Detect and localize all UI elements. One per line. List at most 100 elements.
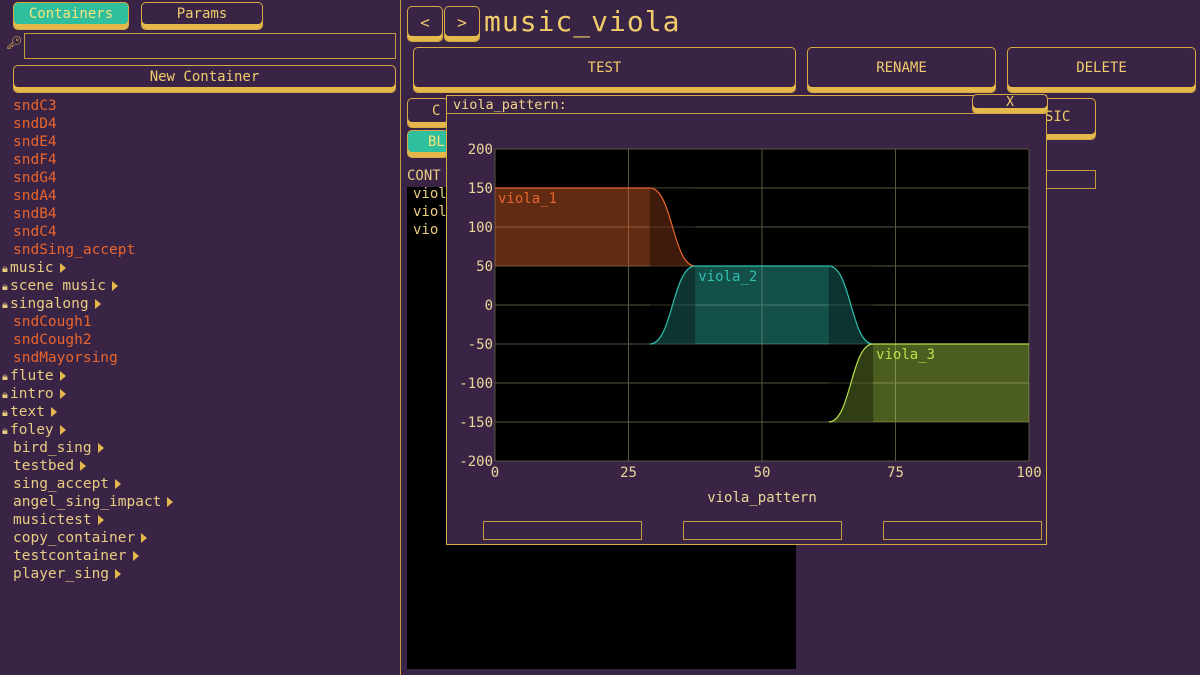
popup-field-3[interactable] — [883, 521, 1042, 540]
list-item-label: sndG4 — [13, 170, 57, 186]
container-list-item[interactable]: sing_accept — [13, 475, 173, 493]
list-item-label: intro — [10, 386, 54, 402]
container-list-item[interactable]: testbed — [13, 457, 173, 475]
sound-list-item[interactable]: sndD4 — [13, 115, 173, 133]
container-list-item[interactable]: musictest — [13, 511, 173, 529]
back-label: < — [420, 12, 430, 32]
container-list-item[interactable]: 🔒︎ singalong — [2, 295, 173, 313]
list-item[interactable]: vio — [413, 222, 438, 238]
y-tick-label: 200 — [468, 142, 493, 158]
expand-arrow-icon[interactable] — [115, 479, 122, 489]
containers-panel: Containers Params 🔑︎ New Container sndC3… — [0, 0, 401, 675]
sound-list-item[interactable]: sndF4 — [13, 151, 173, 169]
expand-arrow-icon[interactable] — [115, 569, 122, 579]
container-list-item[interactable]: 🔒︎ music — [2, 259, 173, 277]
lock-icon: 🔒︎ — [2, 298, 8, 311]
container-list-item[interactable]: 🔒︎ intro — [2, 385, 173, 403]
tab-containers-label: Containers — [28, 6, 114, 22]
expand-arrow-icon[interactable] — [80, 461, 87, 471]
container-list-item[interactable]: angel_sing_impact — [13, 493, 174, 511]
x-tick-label: 50 — [754, 465, 771, 481]
list-item-label: sndA4 — [13, 188, 57, 204]
sound-list-item[interactable]: sndSing_accept — [13, 241, 173, 259]
sound-list-item[interactable]: sndC4 — [13, 223, 173, 241]
expand-arrow-icon[interactable] — [97, 515, 104, 525]
list-item-label: copy_container — [13, 530, 136, 546]
container-list-item[interactable]: player_sing — [13, 565, 173, 583]
sound-list-item[interactable]: sndMayorsing — [13, 349, 173, 367]
sound-list-item[interactable]: sndCough1 — [13, 313, 173, 331]
tab-bl[interactable]: BL — [407, 130, 449, 158]
sound-list-item[interactable]: sndCough2 — [13, 331, 173, 349]
expand-arrow-icon[interactable] — [50, 407, 57, 417]
expand-arrow-icon[interactable] — [97, 443, 104, 453]
x-axis-label: viola_pattern — [707, 490, 817, 506]
partial-right-button[interactable]: SIC — [1040, 98, 1096, 140]
series-label: viola_3 — [876, 347, 935, 363]
list-item-label: sndSing_accept — [13, 242, 136, 258]
partial-left-button[interactable]: C — [407, 98, 449, 128]
delete-button[interactable]: DELETE — [1007, 47, 1196, 93]
list-item-label: testcontainer — [13, 548, 127, 564]
search-input[interactable] — [24, 33, 396, 59]
expand-arrow-icon[interactable] — [59, 425, 66, 435]
expand-arrow-icon[interactable] — [59, 371, 66, 381]
list-item-label: sndCough1 — [13, 314, 92, 330]
expand-arrow-icon[interactable] — [112, 281, 119, 291]
expand-arrow-icon[interactable] — [167, 497, 174, 507]
partial-right-field[interactable] — [1040, 170, 1096, 189]
popup-field-2[interactable] — [683, 521, 842, 540]
cont-label: CONT — [407, 168, 441, 184]
pattern-chart: viola_1 viola_2 viola_3 200 150 100 50 0 -50 -100… — [459, 142, 1041, 506]
partial-left-label: C — [432, 103, 441, 119]
y-tick-label: 100 — [468, 220, 493, 236]
series-label: viola_1 — [498, 191, 557, 207]
container-list-item[interactable]: 🔒︎ scene music — [2, 277, 173, 295]
forward-label: > — [457, 12, 467, 32]
sound-list-item[interactable]: sndG4 — [13, 169, 173, 187]
popup-field-1[interactable] — [483, 521, 642, 540]
y-tick-label: -150 — [459, 415, 493, 431]
lock-icon: 🔒︎ — [2, 370, 8, 383]
expand-arrow-icon[interactable] — [94, 299, 101, 309]
y-tick-label: 0 — [485, 298, 493, 314]
container-list-item[interactable]: copy_container — [13, 529, 173, 547]
y-tick-label: -200 — [459, 454, 493, 470]
y-tick-label: 50 — [476, 259, 493, 275]
sound-list-item[interactable]: sndC3 — [13, 97, 173, 115]
expand-arrow-icon[interactable] — [59, 389, 66, 399]
list-item-label: sndC3 — [13, 98, 57, 114]
expand-arrow-icon[interactable] — [141, 533, 148, 543]
rename-label: RENAME — [876, 60, 927, 76]
test-label: TEST — [587, 60, 622, 76]
sound-list-item[interactable]: sndE4 — [13, 133, 173, 151]
expand-arrow-icon[interactable] — [59, 263, 66, 273]
container-list-item[interactable]: 🔒︎ text — [2, 403, 173, 421]
pattern-popup: viola_pattern: X viola_1 viola_2 viola_3 20… — [446, 94, 1048, 545]
new-container-button[interactable]: New Container — [13, 65, 396, 93]
delete-label: DELETE — [1076, 60, 1127, 76]
tab-bl-label: BL — [428, 134, 445, 150]
list-item[interactable]: viol — [413, 186, 447, 202]
list-item-label: flute — [10, 368, 54, 384]
expand-arrow-icon[interactable] — [132, 551, 139, 561]
tab-containers[interactable]: Containers — [13, 2, 129, 30]
lock-icon: 🔒︎ — [2, 280, 8, 293]
list-item-label: text — [10, 404, 45, 420]
key-icon: 🔑︎ — [6, 36, 23, 51]
container-list-item[interactable]: bird_sing — [13, 439, 173, 457]
partial-right-label: SIC — [1045, 109, 1071, 125]
list-item-label: singalong — [10, 296, 89, 312]
container-list-item[interactable]: 🔒︎ foley — [2, 421, 173, 439]
forward-button[interactable]: > — [444, 6, 480, 42]
sound-list-item[interactable]: sndB4 — [13, 205, 173, 223]
test-button[interactable]: TEST — [413, 47, 796, 93]
rename-button[interactable]: RENAME — [807, 47, 996, 93]
tab-params[interactable]: Params — [141, 2, 263, 30]
list-item[interactable]: viol — [413, 204, 447, 220]
back-button[interactable]: < — [407, 6, 443, 42]
container-list-item[interactable]: testcontainer — [13, 547, 173, 565]
container-list-item[interactable]: 🔒︎ flute — [2, 367, 173, 385]
sound-list-item[interactable]: sndA4 — [13, 187, 173, 205]
new-container-label: New Container — [149, 69, 260, 85]
